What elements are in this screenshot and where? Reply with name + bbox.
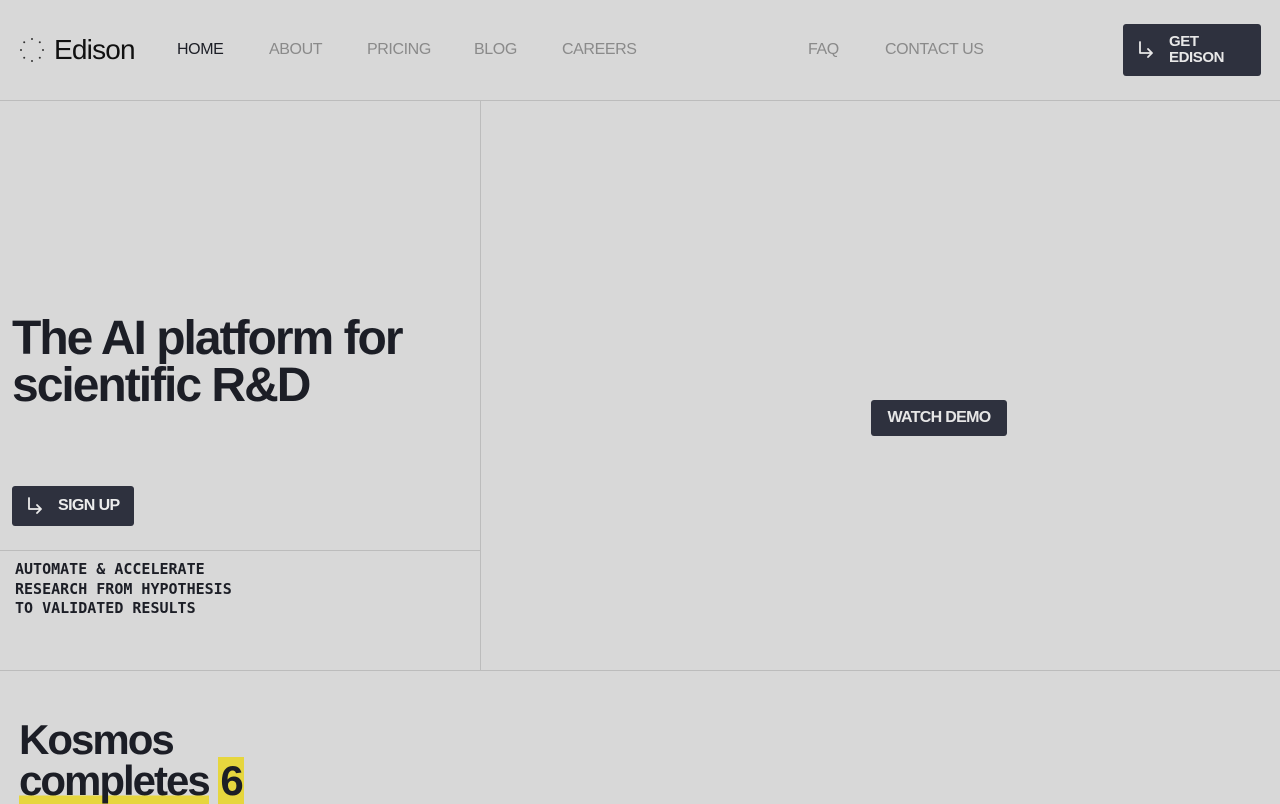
- sign-up-button[interactable]: SIGN UP: [12, 486, 134, 526]
- kosmos-section: Kosmos completes 6: [0, 670, 1280, 804]
- top-navigation-bar: Edison HOME ABOUT PRICING BLOG CAREERS F…: [0, 0, 1280, 101]
- kosmos-heading-word: completes: [19, 757, 211, 804]
- nav-link-faq[interactable]: FAQ: [808, 41, 839, 59]
- kosmos-heading-number: 6: [218, 757, 244, 804]
- hero-subtitle-panel: AUTOMATE & ACCELERATE RESEARCH FROM HYPO…: [0, 550, 480, 671]
- nav-link-blog[interactable]: BLOG: [474, 41, 517, 59]
- arrow-down-right-icon: [26, 496, 44, 516]
- get-edison-label: GET EDISON: [1169, 34, 1239, 66]
- get-edison-label-line2: EDISON: [1169, 49, 1225, 66]
- sign-up-label: SIGN UP: [58, 497, 120, 514]
- nav-link-careers[interactable]: CAREERS: [562, 41, 637, 59]
- hero-subtitle: AUTOMATE & ACCELERATE RESEARCH FROM HYPO…: [15, 560, 232, 617]
- hero-left-panel: The AI platform for scientific R&D SIGN …: [0, 101, 481, 671]
- kosmos-heading-line1: Kosmos: [19, 716, 175, 763]
- brand-name: Edison: [54, 34, 136, 65]
- nav-link-home[interactable]: HOME: [177, 41, 224, 59]
- hero-title-line1: The AI platform for: [12, 312, 404, 365]
- hero-title: The AI platform for scientific R&D: [12, 312, 452, 412]
- get-edison-label-line1: GET: [1169, 33, 1199, 50]
- brand-logo[interactable]: Edison: [18, 34, 136, 66]
- nav-link-about[interactable]: ABOUT: [269, 41, 323, 59]
- kosmos-heading: Kosmos completes 6: [19, 716, 339, 804]
- watch-demo-button[interactable]: WATCH DEMO: [871, 400, 1007, 436]
- arrow-down-right-icon: [1137, 40, 1155, 60]
- hero-video-panel: WATCH DEMO: [481, 101, 1280, 671]
- nav-link-contact[interactable]: CONTACT US: [885, 41, 984, 59]
- get-edison-button[interactable]: GET EDISON: [1123, 24, 1261, 76]
- dotted-circle-icon: [18, 36, 46, 64]
- hero-title-line2: scientific R&D: [12, 359, 311, 412]
- nav-link-pricing[interactable]: PRICING: [367, 41, 431, 59]
